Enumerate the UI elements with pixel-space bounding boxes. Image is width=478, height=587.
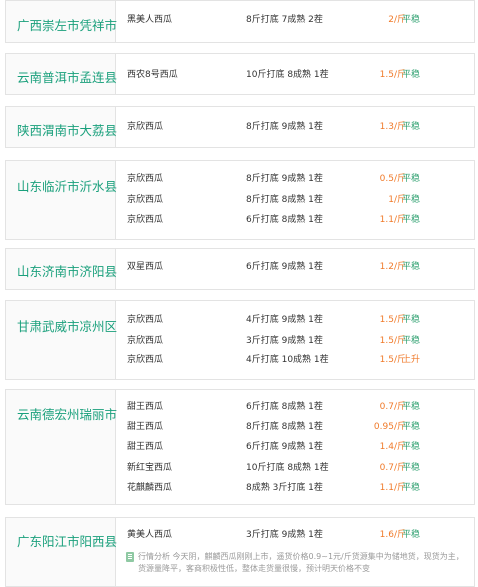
product-row: 京欣西瓜 6斤打底 8成熟 1茬 1.1/斤 平稳 [116, 210, 474, 230]
product-spec: 6斤打底 9成熟 1茬 [246, 442, 323, 452]
market-card: 山东临沂市沂水县 京欣西瓜 8斤打底 9成熟 1茬 0.5/斤 平稳 京欣西瓜 8斤打底 8… [5, 160, 475, 240]
price-trend: 平稳 [402, 402, 421, 412]
region-cell: 广东阳江市阳西县 [6, 518, 117, 586]
product-row: 甜王西瓜 8斤打底 8成熟 1茬 0.95/斤 平稳 [116, 417, 474, 437]
product-spec: 4斤打底 9成熟 1茬 [246, 315, 323, 325]
product-spec: 6斤打底 9成熟 1茬 [246, 262, 323, 272]
market-card: 云南普洱市孟连县 西农8号西瓜 10斤打底 8成熟 1茬 1.5/斤 平稳 [5, 53, 475, 95]
note-icon [126, 552, 134, 562]
price-trend: 上升 [402, 355, 421, 365]
region-cell: 陕西渭南市大荔县 [6, 107, 117, 147]
product-name: 甜王西瓜 [127, 402, 164, 412]
product-name: 花麒麟西瓜 [127, 483, 173, 493]
market-card: 甘肃武威市凉州区 京欣西瓜 4斤打底 9成熟 1茬 1.5/斤 平稳 京欣西瓜 3斤打底 9… [5, 300, 475, 380]
region-name-link[interactable]: 广西崇左市凭祥市 [17, 15, 117, 34]
product-row: 双星西瓜 6斤打底 9成熟 1茬 1.2/斤 平稳 [116, 257, 474, 277]
product-spec: 8斤打底 8成熟 1茬 [246, 422, 323, 432]
product-name: 甜王西瓜 [127, 422, 164, 432]
product-spec: 8斤打底 9成熟 1茬 [246, 122, 323, 132]
product-name: 双星西瓜 [127, 262, 164, 272]
region-cell: 甘肃武威市凉州区 [6, 301, 117, 379]
product-name: 京欣西瓜 [127, 315, 164, 325]
product-spec: 8斤打底 7成熟 2茬 [246, 15, 323, 25]
product-row: 京欣西瓜 4斤打底 9成熟 1茬 1.5/斤 平稳 [116, 310, 474, 330]
region-name-link[interactable]: 广东阳江市阳西县 [17, 531, 117, 550]
price-trend: 平稳 [402, 262, 421, 272]
product-row: 西农8号西瓜 10斤打底 8成熟 1茬 1.5/斤 平稳 [116, 65, 474, 85]
price-trend: 平稳 [402, 422, 421, 432]
product-row: 甜王西瓜 6斤打底 8成熟 1茬 0.7/斤 平稳 [116, 397, 474, 417]
region-cell: 广西崇左市凭祥市 [6, 1, 117, 42]
price-trend: 平稳 [402, 215, 421, 225]
product-spec: 10斤打底 8成熟 1茬 [246, 70, 329, 80]
price-trend: 平稳 [402, 442, 421, 452]
region-name-link[interactable]: 云南普洱市孟连县 [17, 67, 117, 86]
product-spec: 8斤打底 9成熟 1茬 [246, 174, 323, 184]
product-row: 京欣西瓜 8斤打底 9成熟 1茬 0.5/斤 平稳 [116, 169, 474, 189]
region-cell: 云南普洱市孟连县 [6, 54, 117, 94]
region-name-link[interactable]: 甘肃武威市凉州区 [17, 316, 117, 335]
product-spec: 8斤打底 8成熟 1茬 [246, 195, 323, 205]
product-row: 新红宝西瓜 10斤打底 8成熟 1茬 0.7/斤 平稳 [116, 458, 474, 478]
product-name: 黄美人西瓜 [127, 530, 173, 540]
market-card: 广东阳江市阳西县 黄美人西瓜 3斤打底 9成熟 1茬 1.6/斤 平稳 行情分析 今天阴，… [5, 517, 475, 587]
region-name-link[interactable]: 云南德宏州瑞丽市 [17, 404, 117, 423]
price-trend: 平稳 [402, 122, 421, 132]
product-name: 黑美人西瓜 [127, 15, 173, 25]
price-trend: 平稳 [402, 70, 421, 80]
product-name: 京欣西瓜 [127, 355, 164, 365]
market-card: 广西崇左市凭祥市 黑美人西瓜 8斤打底 7成熟 2茬 2/斤 平稳 [5, 0, 475, 43]
product-row: 甜王西瓜 6斤打底 9成熟 1茬 1.4/斤 平稳 [116, 437, 474, 457]
price-trend: 平稳 [402, 463, 421, 473]
product-name: 新红宝西瓜 [127, 463, 173, 473]
product-spec: 6斤打底 8成熟 1茬 [246, 402, 323, 412]
product-name: 京欣西瓜 [127, 195, 164, 205]
product-row: 京欣西瓜 8斤打底 8成熟 1茬 1/斤 平稳 [116, 190, 474, 210]
region-cell: 山东济南市济阳县 [6, 249, 117, 289]
product-row: 京欣西瓜 3斤打底 9成熟 1茬 1.5/斤 平稳 [116, 331, 474, 351]
market-card: 山东济南市济阳县 双星西瓜 6斤打底 9成熟 1茬 1.2/斤 平稳 [5, 248, 475, 290]
product-name: 京欣西瓜 [127, 122, 164, 132]
product-name: 西农8号西瓜 [127, 70, 178, 80]
price-trend: 平稳 [402, 174, 421, 184]
product-row: 黑美人西瓜 8斤打底 7成熟 2茬 2/斤 平稳 [116, 10, 474, 30]
region-name-link[interactable]: 山东济南市济阳县 [17, 261, 117, 280]
product-spec: 8成熟 3斤打底 1茬 [246, 483, 323, 493]
region-name-link[interactable]: 陕西渭南市大荔县 [17, 120, 117, 139]
product-name: 京欣西瓜 [127, 336, 164, 346]
product-name: 京欣西瓜 [127, 215, 164, 225]
product-row: 花麒麟西瓜 8成熟 3斤打底 1茬 1.1/斤 平稳 [116, 478, 474, 498]
product-spec: 10斤打底 8成熟 1茬 [246, 463, 329, 473]
region-cell: 山东临沂市沂水县 [6, 161, 117, 239]
product-name: 京欣西瓜 [127, 174, 164, 184]
price-trend: 平稳 [402, 195, 421, 205]
price-trend: 平稳 [402, 315, 421, 325]
price-trend: 平稳 [402, 336, 421, 346]
product-spec: 6斤打底 8成熟 1茬 [246, 215, 323, 225]
market-card: 云南德宏州瑞丽市 甜王西瓜 6斤打底 8成熟 1茬 0.7/斤 平稳 甜王西瓜 8斤打底 8… [5, 389, 475, 505]
region-cell: 云南德宏州瑞丽市 [6, 390, 117, 504]
product-spec: 3斤打底 9成熟 1茬 [246, 336, 323, 346]
product-spec: 4斤打底 10成熟 1茬 [246, 355, 329, 365]
product-spec: 3斤打底 9成熟 1茬 [246, 530, 323, 540]
product-row: 京欣西瓜 8斤打底 9成熟 1茬 1.3/斤 平稳 [116, 117, 474, 137]
product-row: 京欣西瓜 4斤打底 10成熟 1茬 1.5/斤 上升 [116, 350, 474, 370]
market-analysis-note: 行情分析 今天阴，麒麟西瓜刚刚上市，遥货价格0.9~1元/斤货源集中为储地货，现… [138, 552, 464, 573]
price-trend: 平稳 [402, 483, 421, 493]
region-name-link[interactable]: 山东临沂市沂水县 [17, 176, 117, 195]
market-card: 陕西渭南市大荔县 京欣西瓜 8斤打底 9成熟 1茬 1.3/斤 平稳 [5, 106, 475, 148]
product-name: 甜王西瓜 [127, 442, 164, 452]
price-trend: 平稳 [402, 15, 421, 25]
product-row: 黄美人西瓜 3斤打底 9成熟 1茬 1.6/斤 平稳 [116, 525, 474, 545]
price-trend: 平稳 [402, 530, 421, 540]
